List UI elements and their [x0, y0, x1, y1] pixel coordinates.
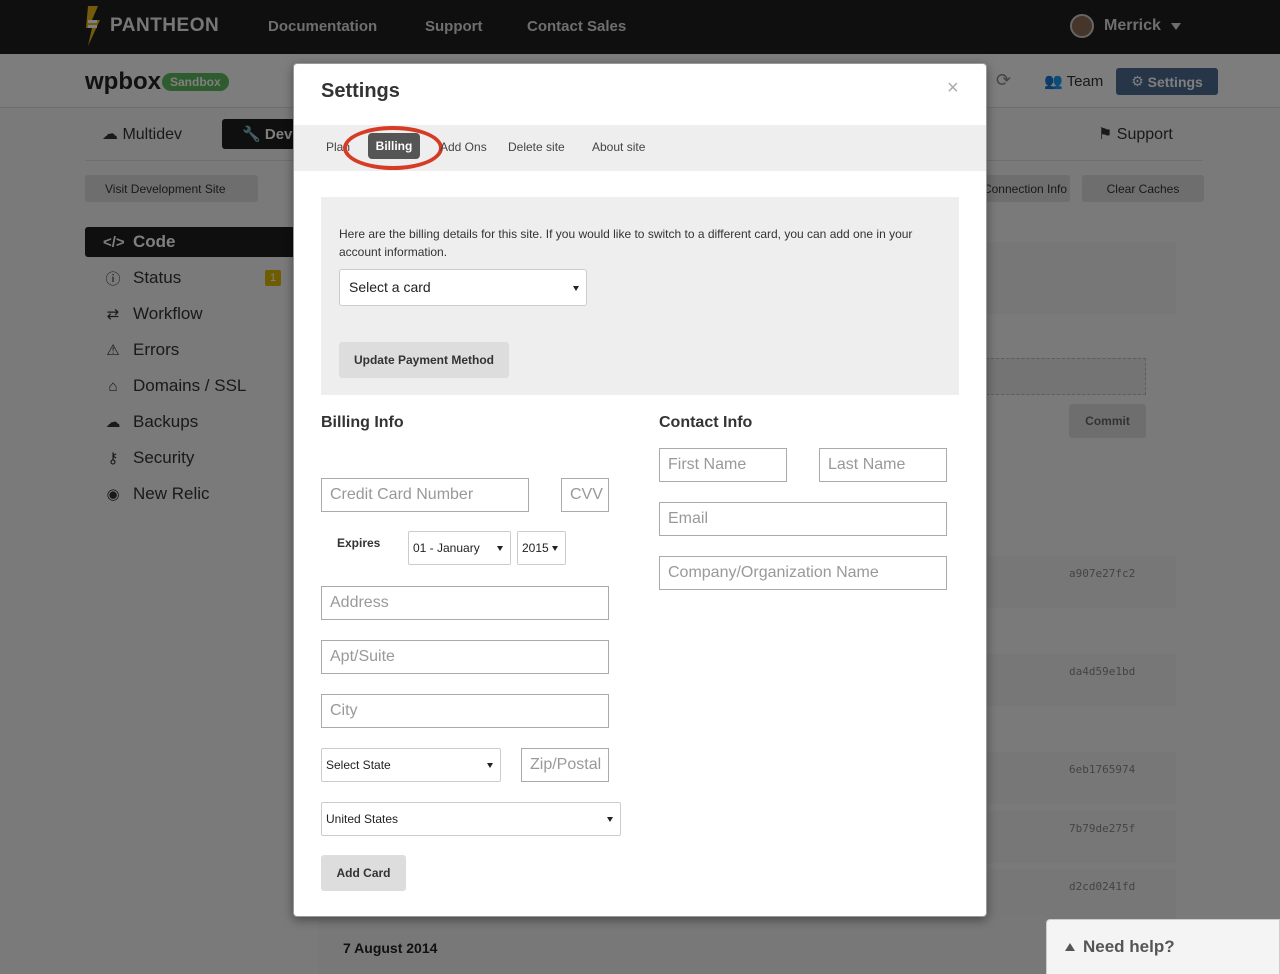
settings-tab-bar: Plan Billing Add Ons Delete site About s…	[294, 125, 986, 171]
settings-modal: Settings × Plan Billing Add Ons Delete s…	[293, 63, 987, 917]
expiry-year-value: 2015	[522, 541, 549, 555]
contact-info-heading: Contact Info	[659, 414, 753, 431]
expiry-month-select[interactable]: 01 - January	[408, 531, 511, 565]
last-name-field[interactable]: Last Name	[819, 448, 947, 482]
email-field[interactable]: Email	[659, 502, 947, 536]
first-name-field[interactable]: First Name	[659, 448, 787, 482]
state-value: Select State	[326, 758, 391, 772]
need-help-label: Need help?	[1083, 937, 1175, 956]
city-field[interactable]: City	[321, 694, 609, 728]
chevron-down-icon	[487, 763, 493, 768]
card-select[interactable]: Select a card	[339, 269, 587, 306]
apt-suite-field[interactable]: Apt/Suite	[321, 640, 609, 674]
cvv-field[interactable]: CVV	[561, 478, 609, 512]
need-help-widget[interactable]: Need help?	[1046, 919, 1280, 974]
state-select[interactable]: Select State	[321, 748, 501, 782]
chevron-down-icon	[552, 546, 558, 551]
zip-field[interactable]: Zip/Postal	[521, 748, 609, 782]
company-field[interactable]: Company/Organization Name	[659, 556, 947, 590]
address-field[interactable]: Address	[321, 586, 609, 620]
billing-info-heading: Billing Info	[321, 414, 404, 431]
update-payment-button[interactable]: Update Payment Method	[339, 342, 509, 378]
billing-info-text: Here are the billing details for this si…	[339, 227, 913, 259]
tab-add-ons[interactable]: Add Ons	[440, 140, 487, 154]
expires-label: Expires	[337, 536, 381, 550]
modal-title: Settings	[321, 80, 400, 102]
highlight-annotation	[343, 126, 443, 170]
tab-about-site[interactable]: About site	[592, 140, 645, 154]
expiry-month-value: 01 - January	[413, 541, 480, 555]
country-value: United States	[326, 812, 399, 826]
add-card-button[interactable]: Add Card	[321, 855, 406, 891]
country-select[interactable]: United States	[321, 802, 621, 836]
close-icon[interactable]: ×	[947, 77, 959, 100]
tab-delete-site[interactable]: Delete site	[508, 140, 565, 154]
chevron-down-icon	[573, 286, 579, 291]
card-select-value: Select a card	[349, 279, 431, 295]
chevron-down-icon	[607, 817, 613, 822]
credit-card-field[interactable]: Credit Card Number	[321, 478, 529, 512]
billing-details-box: Here are the billing details for this si…	[321, 197, 959, 395]
chevron-down-icon	[497, 546, 503, 551]
triangle-up-icon	[1065, 943, 1075, 951]
expiry-year-select[interactable]: 2015	[517, 531, 566, 565]
